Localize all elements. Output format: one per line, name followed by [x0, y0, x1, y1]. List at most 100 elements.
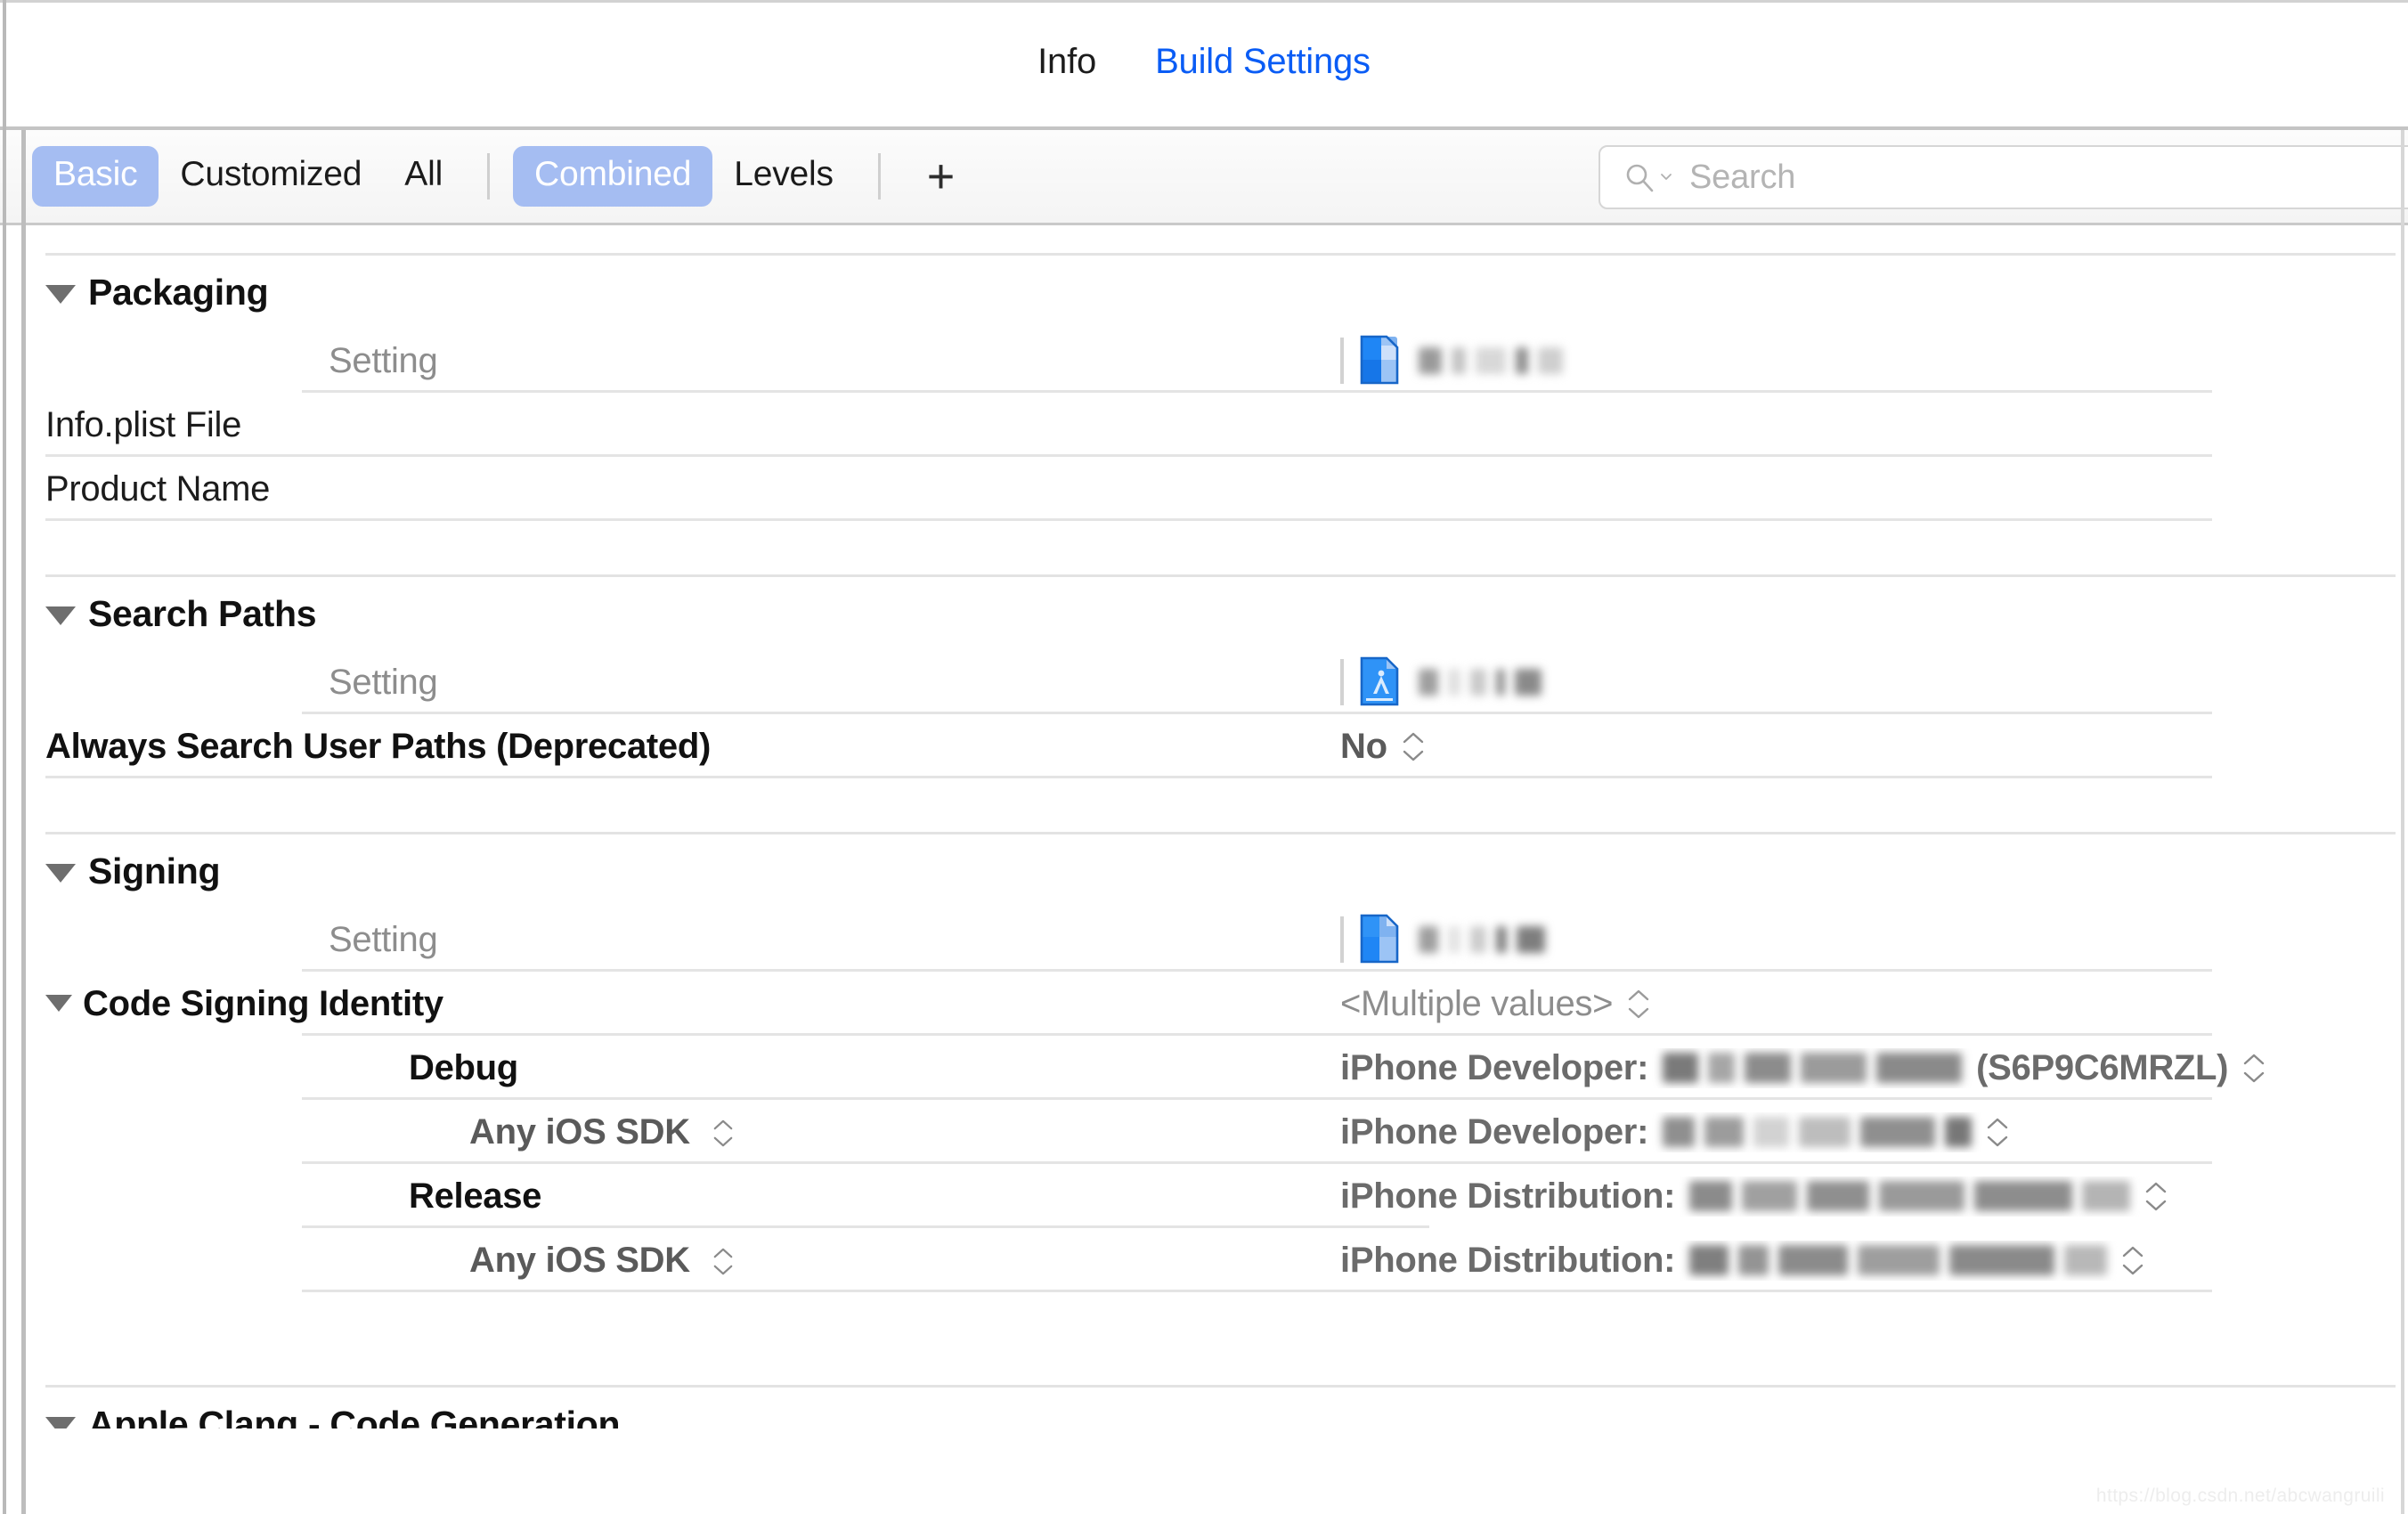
- stepper-icon[interactable]: [2121, 1245, 2144, 1276]
- setting-header-row: Setting: [26, 329, 2404, 393]
- level-levels[interactable]: Levels: [712, 146, 855, 207]
- section-title: Signing: [88, 850, 221, 891]
- editor-tab-bar: Info Build Settings: [0, 0, 2408, 130]
- pane-right-divider: [2401, 130, 2404, 1514]
- xcode-project-icon: [1358, 914, 1404, 965]
- setting-header-row: Setting: [26, 908, 2404, 972]
- configuration-label: Release: [409, 1176, 542, 1216]
- setting-value: iPhone Developer:: [1340, 1111, 1649, 1152]
- redacted-target-name: [1419, 926, 1545, 953]
- setting-label: Info.plist File: [45, 404, 242, 444]
- redacted-identity-name: [1689, 1181, 2131, 1211]
- disclosure-triangle-icon[interactable]: [45, 995, 72, 1013]
- build-settings-list[interactable]: Packaging Setting Info.plist File Produc…: [26, 228, 2404, 1514]
- search-placeholder: Search: [1689, 158, 1796, 196]
- row-config-release[interactable]: Release iPhone Distribution:: [26, 1164, 2404, 1228]
- sdk-label: Any iOS SDK: [469, 1240, 690, 1280]
- setting-value: iPhone Distribution:: [1340, 1240, 1676, 1280]
- level-combined[interactable]: Combined: [513, 146, 713, 207]
- setting-scope-value: [1340, 656, 2404, 708]
- section-header-packaging[interactable]: Packaging: [26, 256, 2404, 329]
- setting-label-wrap[interactable]: Code Signing Identity: [26, 984, 1340, 1024]
- filter-segmented-control: Basic Customized All: [32, 146, 464, 207]
- xcode-project-icon: [1358, 335, 1404, 387]
- xcode-target-icon: [1358, 656, 1404, 708]
- toolbar-divider-1: [487, 153, 491, 199]
- setting-value-wrap[interactable]: iPhone Distribution:: [1340, 1176, 2404, 1217]
- row-sdk-release-any-ios[interactable]: Any iOS SDK iPhone Distribution:: [26, 1228, 2404, 1292]
- column-separator: [1340, 338, 1344, 384]
- filter-customized[interactable]: Customized: [159, 146, 383, 207]
- sdk-label-wrap[interactable]: Any iOS SDK: [26, 1112, 1340, 1152]
- row-config-debug[interactable]: Debug iPhone Developer: (S6P9C6MRZL): [26, 1036, 2404, 1100]
- tab-info[interactable]: Info: [1037, 42, 1096, 82]
- pane-left-divider: [21, 130, 26, 1514]
- setting-value: iPhone Developer:: [1340, 1047, 1649, 1087]
- setting-label: Always Search User Paths (Deprecated): [45, 726, 712, 766]
- row-info-plist-file[interactable]: Info.plist File: [26, 393, 2404, 457]
- tab-build-settings[interactable]: Build Settings: [1155, 42, 1371, 82]
- sdk-label-wrap[interactable]: Any iOS SDK: [26, 1241, 1340, 1281]
- row-divider: [45, 776, 2212, 778]
- xcode-build-settings-pane: Info Build Settings Basic Customized All…: [0, 0, 2408, 1514]
- row-product-name[interactable]: Product Name: [26, 457, 2404, 521]
- row-divider: [45, 518, 2212, 521]
- section-title: Search Paths: [88, 592, 317, 634]
- setting-value-wrap[interactable]: No: [1340, 727, 2404, 767]
- setting-value: <Multiple values>: [1340, 983, 1614, 1023]
- level-segmented-control: Combined Levels: [513, 146, 855, 207]
- configuration-label: Debug: [409, 1047, 518, 1087]
- filter-basic[interactable]: Basic: [32, 146, 159, 207]
- setting-value: iPhone Distribution:: [1340, 1176, 1676, 1216]
- disclosure-triangle-icon[interactable]: [45, 863, 76, 883]
- column-header-setting: Setting: [329, 340, 438, 380]
- setting-value-wrap[interactable]: <Multiple values>: [1340, 984, 2404, 1024]
- column-header-setting: Setting: [329, 919, 438, 959]
- setting-value-suffix: (S6P9C6MRZL): [1976, 1047, 2229, 1087]
- column-header-setting: Setting: [329, 662, 438, 702]
- stepper-icon[interactable]: [2242, 1053, 2266, 1084]
- section-title: Apple Clang - Code Generation: [88, 1403, 621, 1429]
- disclosure-triangle-icon[interactable]: [45, 1416, 76, 1429]
- setting-value-wrap[interactable]: iPhone Developer: (S6P9C6MRZL): [1340, 1048, 2404, 1088]
- section-header-apple-clang-code-generation[interactable]: Apple Clang - Code Generation: [26, 1388, 2404, 1429]
- search-icon[interactable]: [1623, 161, 1673, 193]
- redacted-target-name: [1419, 347, 1563, 374]
- section-header-search-paths[interactable]: Search Paths: [26, 577, 2404, 650]
- stepper-icon[interactable]: [1986, 1117, 2009, 1148]
- filter-all[interactable]: All: [383, 146, 464, 207]
- setting-label: Product Name: [45, 468, 271, 509]
- disclosure-triangle-icon[interactable]: [45, 284, 76, 304]
- window-left-edge: [3, 0, 6, 1514]
- setting-scope-value: [1340, 335, 2404, 387]
- stepper-icon[interactable]: [1627, 989, 1650, 1020]
- row-code-signing-identity[interactable]: Code Signing Identity <Multiple values>: [26, 972, 2404, 1036]
- redacted-identity-name: [1663, 1117, 1973, 1147]
- column-separator: [1340, 659, 1344, 705]
- sdk-label: Any iOS SDK: [469, 1111, 690, 1152]
- row-always-search-user-paths[interactable]: Always Search User Paths (Deprecated) No: [26, 714, 2404, 778]
- stepper-icon[interactable]: [2144, 1181, 2168, 1212]
- redacted-identity-name: [1663, 1053, 1963, 1083]
- section-header-signing[interactable]: Signing: [26, 834, 2404, 908]
- watermark: https://blog.csdn.net/abcwangruili: [2095, 1486, 2385, 1506]
- setting-value-wrap[interactable]: iPhone Distribution:: [1340, 1241, 2404, 1281]
- setting-scope-value: [1340, 914, 2404, 965]
- row-divider: [302, 1290, 2212, 1292]
- column-separator: [1340, 916, 1344, 963]
- setting-value-wrap[interactable]: iPhone Developer:: [1340, 1112, 2404, 1152]
- search-field[interactable]: Search: [1599, 145, 2408, 209]
- chevron-down-icon: [1661, 174, 1672, 180]
- setting-value: No: [1340, 726, 1387, 766]
- toolbar-divider-2: [877, 153, 881, 199]
- row-sdk-debug-any-ios[interactable]: Any iOS SDK iPhone Developer:: [26, 1100, 2404, 1164]
- setting-label: Code Signing Identity: [83, 983, 443, 1023]
- stepper-icon[interactable]: [1402, 731, 1425, 762]
- stepper-icon[interactable]: [712, 1247, 734, 1276]
- section-title: Packaging: [88, 271, 269, 313]
- stepper-icon[interactable]: [712, 1119, 734, 1148]
- add-build-setting-button[interactable]: +: [904, 152, 979, 200]
- setting-header-row: Setting: [26, 650, 2404, 714]
- disclosure-triangle-icon[interactable]: [45, 606, 76, 625]
- redacted-identity-name: [1689, 1245, 2108, 1275]
